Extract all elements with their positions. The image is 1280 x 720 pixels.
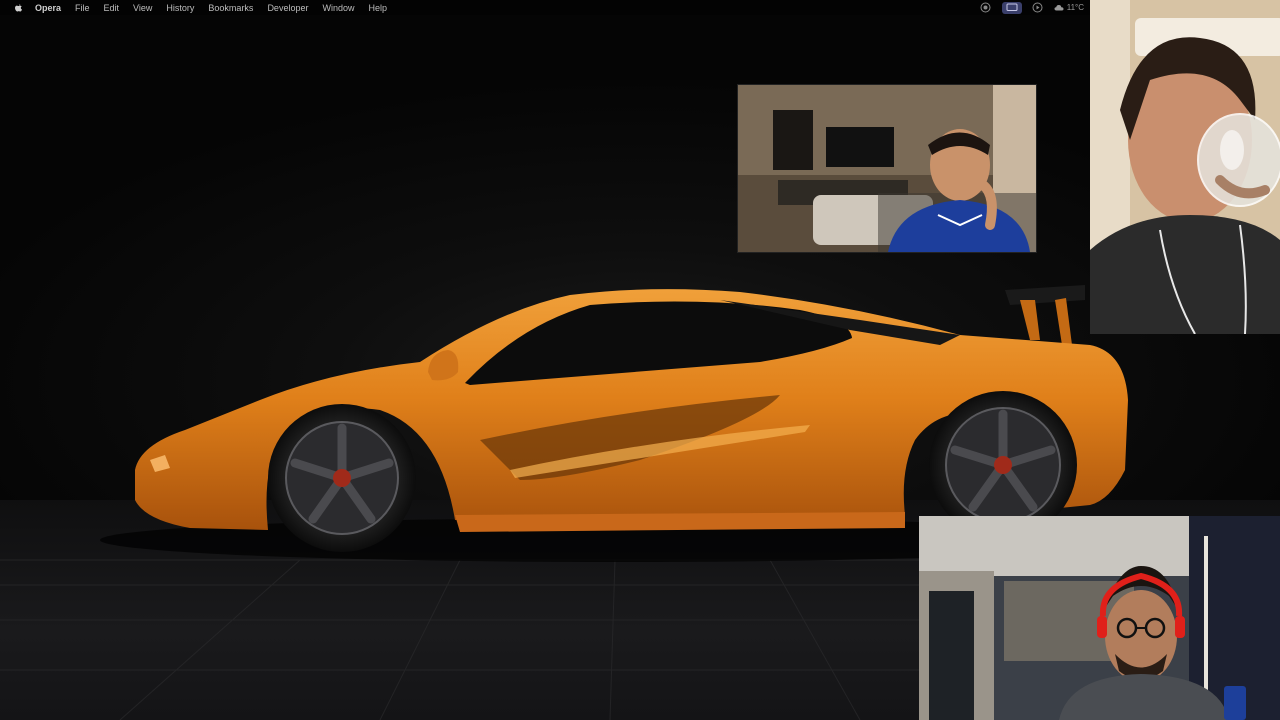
menu-edit[interactable]: Edit <box>104 3 120 13</box>
cloud-icon <box>1054 5 1064 11</box>
participant-2-video <box>1090 0 1280 334</box>
menu-bar: Opera File Edit View History Bookmarks D… <box>0 0 1280 15</box>
video-tile-participant-1[interactable] <box>737 84 1037 253</box>
status-area: 11°C <box>980 1 1084 14</box>
weather-widget[interactable]: 11°C <box>1054 3 1084 12</box>
screen-share-icon[interactable] <box>1001 1 1022 14</box>
menu-bookmarks[interactable]: Bookmarks <box>208 3 253 13</box>
menu-view[interactable]: View <box>133 3 152 13</box>
temperature-text: 11°C <box>1066 3 1084 12</box>
participant-3-video <box>919 516 1280 720</box>
menu-history[interactable]: History <box>166 3 194 13</box>
menu-window[interactable]: Window <box>322 3 354 13</box>
record-icon[interactable] <box>980 2 992 13</box>
menu-developer[interactable]: Developer <box>267 3 308 13</box>
menu-file[interactable]: File <box>75 3 90 13</box>
participant-1-video <box>738 85 1036 252</box>
apple-icon[interactable] <box>13 2 23 13</box>
media-play-icon[interactable] <box>1032 2 1044 13</box>
menu-help[interactable]: Help <box>368 3 387 13</box>
video-tile-participant-2[interactable] <box>1090 0 1280 334</box>
menu-app-name[interactable]: Opera <box>35 3 61 13</box>
video-tile-participant-3[interactable] <box>919 516 1280 720</box>
